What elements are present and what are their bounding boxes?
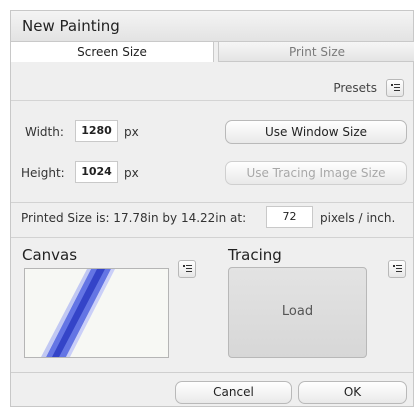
canvas-thumbnail[interactable]	[24, 268, 169, 358]
canvas-stroke-preview	[25, 269, 168, 357]
dpi-unit-label: pixels / inch.	[320, 211, 396, 225]
menu-list-icon	[391, 84, 400, 92]
canvas-menu-button[interactable]	[178, 260, 196, 278]
divider	[11, 237, 413, 238]
divider	[11, 202, 413, 203]
presets-label: Presets	[333, 81, 377, 95]
tracing-load-area[interactable]: Load	[228, 267, 367, 358]
menu-list-icon	[393, 265, 402, 273]
width-unit: px	[124, 125, 139, 139]
width-input[interactable]: 1280	[75, 120, 118, 142]
menu-list-icon	[183, 265, 192, 273]
tracing-section-title: Tracing	[228, 246, 282, 264]
tab-print-size[interactable]: Print Size	[218, 42, 414, 62]
width-label: Width:	[25, 125, 64, 139]
title-bar: New Painting	[11, 11, 413, 42]
ok-button[interactable]: OK	[298, 381, 407, 404]
presets-row: Presets	[11, 62, 413, 101]
use-window-size-button[interactable]: Use Window Size	[225, 120, 407, 144]
canvas-section-title: Canvas	[22, 246, 78, 264]
height-input[interactable]: 1024	[75, 161, 118, 183]
tab-screen-size[interactable]: Screen Size	[11, 42, 214, 62]
dialog-footer: Cancel OK	[11, 372, 413, 409]
height-label: Height:	[21, 166, 65, 180]
presets-menu-button[interactable]	[386, 79, 404, 97]
height-unit: px	[124, 166, 139, 180]
dialog-title: New Painting	[22, 17, 120, 35]
load-label: Load	[281, 304, 314, 319]
tab-bar: Screen Size Print Size	[11, 42, 414, 62]
dpi-input[interactable]: 72	[266, 206, 313, 228]
printed-size-text: Printed Size is: 17.78in by 14.22in at:	[21, 211, 247, 225]
tracing-menu-button[interactable]	[388, 260, 406, 278]
use-tracing-image-size-button[interactable]: Use Tracing Image Size	[225, 161, 407, 185]
new-painting-dialog: New Painting Screen Size Print Size Pres…	[10, 10, 414, 407]
cancel-button[interactable]: Cancel	[175, 381, 292, 404]
